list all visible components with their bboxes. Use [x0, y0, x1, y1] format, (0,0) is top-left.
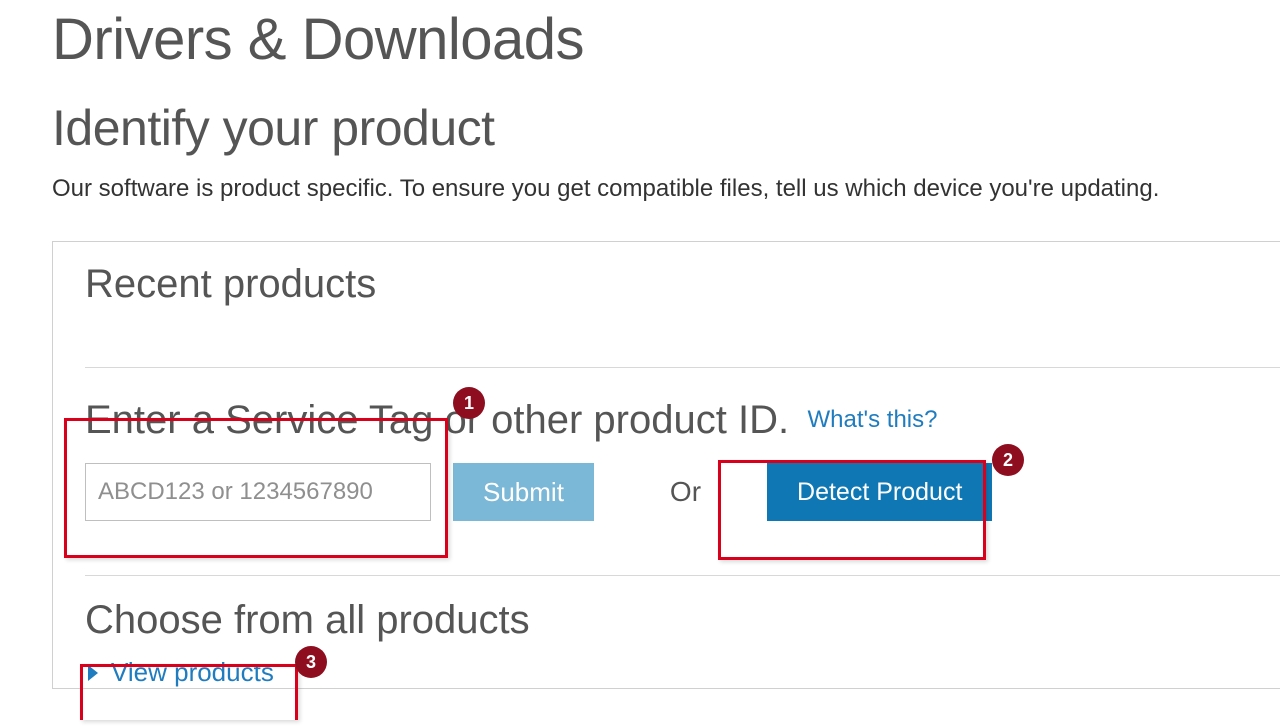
divider — [85, 575, 1280, 576]
product-panel: Recent products Enter a Service Tag or o… — [52, 241, 1280, 689]
submit-button[interactable]: Submit — [453, 463, 594, 521]
identify-subtitle: Identify your product — [52, 99, 1280, 157]
recent-products-heading: Recent products — [85, 262, 1280, 307]
whats-this-link[interactable]: What's this? — [808, 406, 938, 433]
page-title: Drivers & Downloads — [52, 6, 1280, 73]
view-products-link[interactable]: View products — [85, 657, 274, 688]
or-label: Or — [670, 476, 701, 508]
detect-product-button[interactable]: Detect Product — [767, 463, 992, 521]
identify-description: Our software is product specific. To ens… — [52, 175, 1280, 203]
service-tag-input[interactable] — [85, 463, 431, 521]
chevron-right-icon — [85, 663, 101, 683]
choose-products-heading: Choose from all products — [85, 598, 1280, 643]
divider — [85, 367, 1280, 368]
enter-service-tag-heading: Enter a Service Tag or other product ID. — [85, 398, 789, 442]
view-products-label: View products — [111, 657, 274, 688]
